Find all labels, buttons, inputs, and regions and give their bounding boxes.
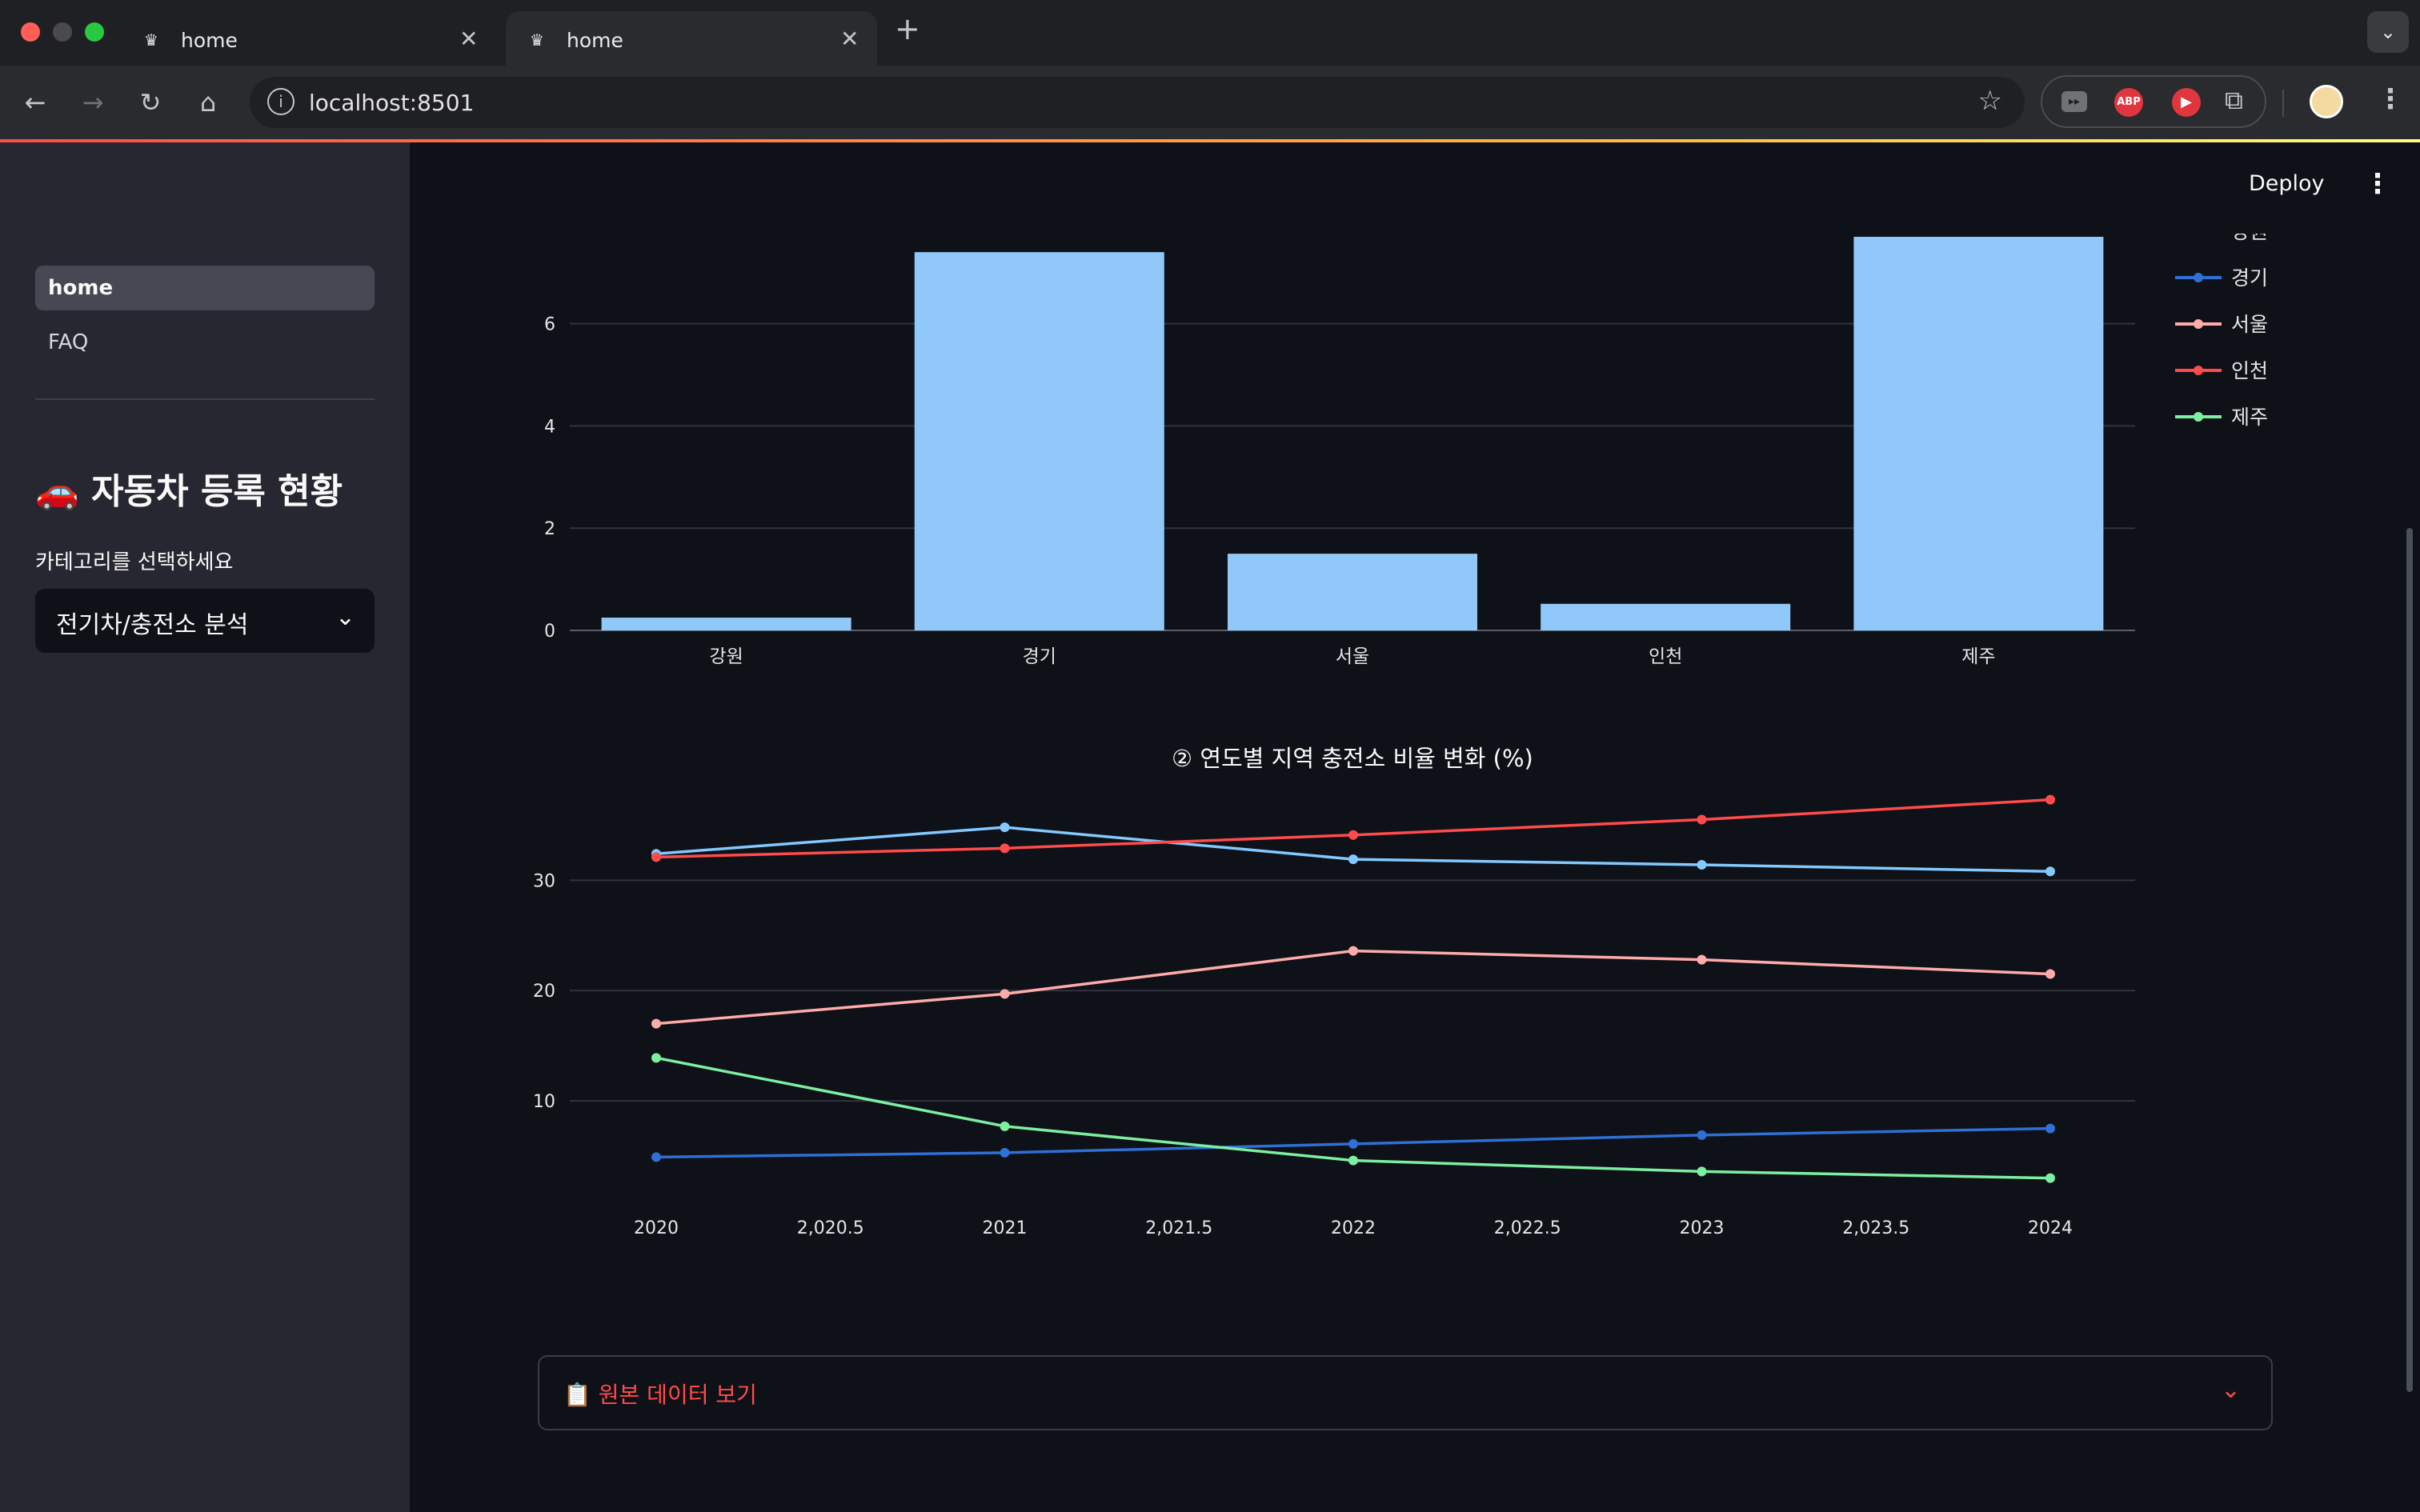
bar-강원 — [601, 618, 851, 630]
bar-서울 — [1228, 554, 1477, 630]
line-point-인천 — [1697, 814, 1707, 825]
line-point-경기 — [1000, 1147, 1010, 1158]
line-point-서울 — [1697, 954, 1707, 965]
line-point-경기 — [2045, 1123, 2055, 1134]
line-point-제주 — [1348, 1155, 1358, 1166]
line-point-제주 — [1000, 1121, 1010, 1131]
line-x-tick-label: 2022 — [1331, 1218, 1376, 1238]
legend-label-경기: 경기 — [2231, 266, 2268, 290]
line-point-강원 — [1348, 854, 1358, 865]
main-scrollbar[interactable] — [2406, 528, 2413, 1392]
line-point-강원 — [1000, 822, 1010, 833]
raw-data-expander-label: 📋 원본 데이터 보기 — [563, 1382, 757, 1408]
legend-marker-제주 — [2194, 412, 2203, 422]
line-x-tick-label: 2,020.5 — [797, 1218, 864, 1238]
bar-x-tick-label: 서울 — [1336, 646, 1369, 667]
bar-y-tick-label: 6 — [544, 315, 555, 335]
legend-label-인천: 인천 — [2231, 359, 2268, 382]
legend-clip-mask — [2161, 214, 2305, 234]
line-point-경기 — [651, 1152, 661, 1162]
bar-y-tick-label: 0 — [544, 622, 555, 642]
legend-marker-경기 — [2194, 273, 2203, 282]
bar-y-tick-label: 4 — [544, 417, 555, 437]
line-series-서울 — [655, 949, 2051, 1026]
bar-경기 — [914, 252, 1164, 630]
line-point-인천 — [1348, 830, 1358, 840]
line-x-tick-label: 2,021.5 — [1145, 1218, 1212, 1238]
line-point-경기 — [1697, 1130, 1707, 1140]
line-point-제주 — [1697, 1166, 1707, 1177]
line-point-인천 — [2045, 794, 2055, 805]
bar-인천 — [1541, 603, 1791, 630]
bar-x-tick-label: 경기 — [1023, 646, 1056, 667]
bar-x-tick-label: 제주 — [1961, 646, 1995, 667]
line-x-tick-label: 2,023.5 — [1842, 1218, 1909, 1238]
line-point-인천 — [1000, 843, 1010, 854]
chevron-down-icon: ⌄ — [2220, 1376, 2241, 1404]
bar-y-tick-label: 2 — [544, 519, 555, 539]
line-chart-title: ② 연도별 지역 충전소 비율 변화 (%) — [1172, 745, 1533, 772]
line-x-tick-label: 2,022.5 — [1494, 1218, 1561, 1238]
line-point-제주 — [2045, 1173, 2055, 1183]
line-x-tick-label: 2024 — [2028, 1218, 2073, 1238]
line-x-tick-label: 2020 — [634, 1218, 679, 1238]
line-point-서울 — [2045, 969, 2055, 979]
line-point-서울 — [1000, 989, 1010, 999]
raw-data-expander[interactable]: 📋 원본 데이터 보기 ⌄ — [538, 1355, 2273, 1430]
line-point-제주 — [651, 1053, 661, 1063]
line-y-tick-label: 30 — [533, 871, 555, 891]
bar-x-tick-label: 인천 — [1649, 646, 1682, 667]
legend-marker-인천 — [2194, 366, 2203, 375]
legend-marker-서울 — [2194, 319, 2203, 329]
line-point-강원 — [2045, 866, 2055, 877]
line-y-tick-label: 20 — [533, 982, 555, 1002]
line-point-강원 — [1697, 860, 1707, 870]
bar-제주 — [1853, 237, 2104, 630]
legend-label-제주: 제주 — [2231, 406, 2268, 429]
line-y-tick-label: 10 — [533, 1092, 555, 1112]
line-x-tick-label: 2021 — [983, 1218, 1028, 1238]
charts-canvas: 0246강원 경기 서울 인천 제주② 연도별 지역 충전소 비율 변화 (%)1020… — [533, 214, 2305, 1238]
line-x-tick-label: 2023 — [1680, 1218, 1725, 1238]
line-point-경기 — [1348, 1138, 1358, 1149]
line-point-서울 — [1348, 946, 1358, 956]
line-point-서울 — [651, 1018, 661, 1029]
line-point-인천 — [651, 852, 661, 862]
line-series-인천 — [655, 798, 2051, 859]
legend-label-서울: 서울 — [2231, 313, 2268, 336]
bar-x-tick-label: 강원 — [709, 646, 743, 667]
